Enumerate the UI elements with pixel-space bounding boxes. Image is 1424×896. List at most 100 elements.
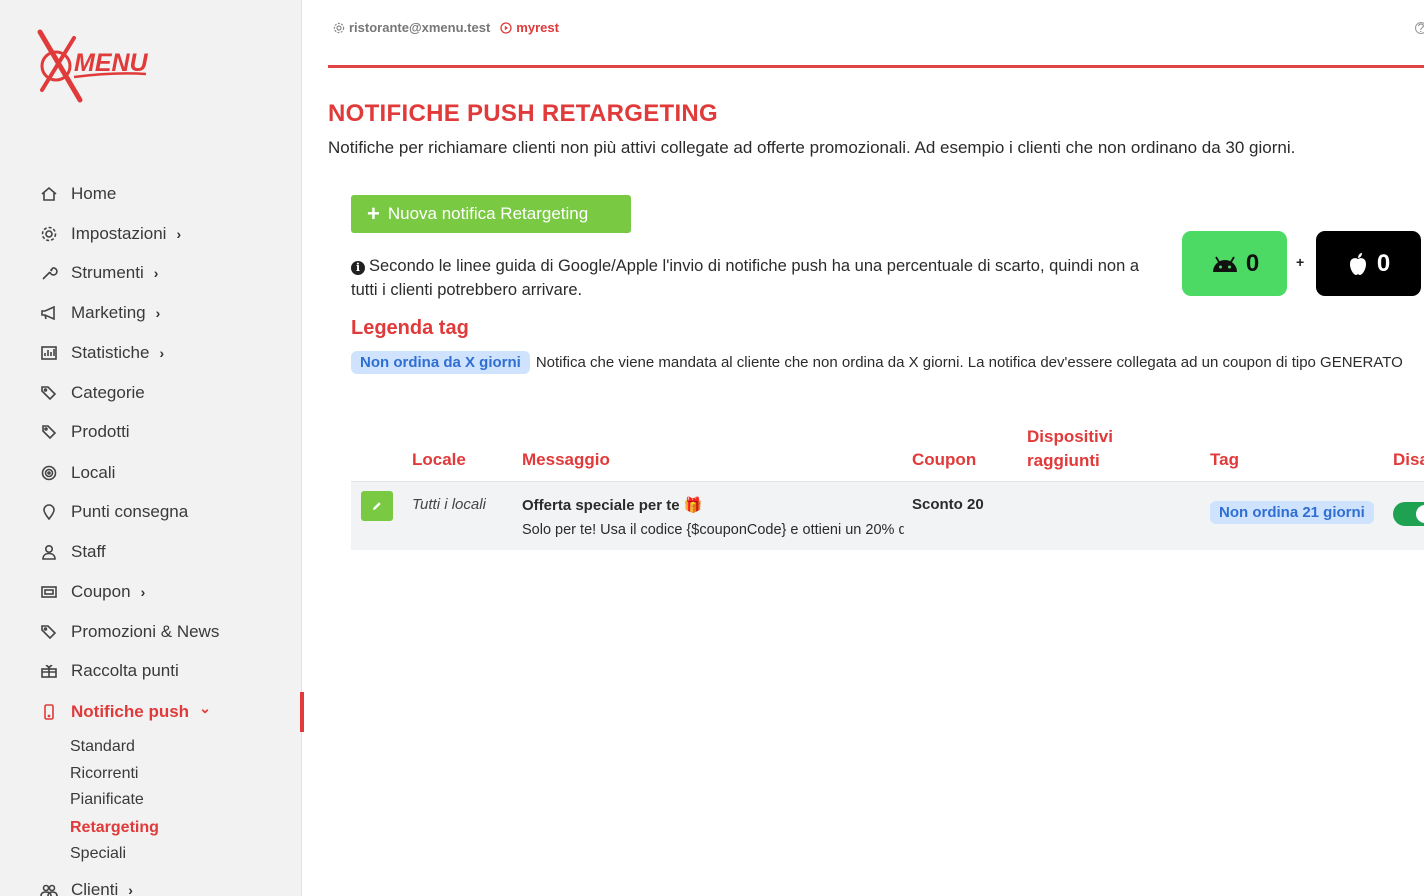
sidebar-subitem-standard[interactable]: Standard [70,738,135,756]
users-icon [38,879,60,896]
chevron-right-icon: › [176,226,182,242]
xmenu-logo[interactable]: MENU [34,28,154,108]
sidebar-subitem-speciali[interactable]: Speciali [70,845,126,863]
sidebar-item-prodotti[interactable]: Prodotti [38,420,130,444]
header-divider [328,65,1424,68]
info-notice: i Secondo le linee guida di Google/Apple … [351,254,1151,302]
legend-row: Non ordina da X giorni Notifica che vien… [351,351,1403,374]
sidebar-item-locali[interactable]: Locali [38,461,115,485]
chevron-right-icon: › [153,265,159,281]
sidebar-item-label: Coupon [71,582,131,601]
chart-icon [38,342,60,364]
gear-icon [38,223,60,245]
table-row: Tutti i locali Offerta speciale per te 🎁… [351,481,1424,550]
android-count: 0 [1245,249,1260,277]
sidebar-item-home[interactable]: Home [38,182,116,206]
sidebar-item-label: Categorie [71,383,145,402]
row-tag-cell: Non ordina 21 giorni [1210,501,1374,524]
wrench-icon [38,262,60,284]
android-devices-badge: 0 [1182,231,1287,296]
play-circle-icon [500,21,512,34]
sidebar-item-coupon[interactable]: Coupon › [38,580,145,604]
tag-icon [38,421,60,443]
info-notice-text: Secondo le linee guida di Google/Apple l… [351,257,1140,299]
col-header-locale[interactable]: Locale [412,448,466,472]
chevron-right-icon: › [159,345,165,361]
plus-icon: + [367,201,380,226]
legend-description: Notifica che viene mandata al cliente ch… [535,354,1403,371]
col-header-dispositivi[interactable]: Dispositivi raggiunti [1027,425,1113,473]
sidebar-item-strumenti[interactable]: Strumenti › [38,261,158,285]
gift-icon [38,660,60,682]
help-icon[interactable]: ? [1415,22,1424,34]
sidebar-item-clienti[interactable]: Clienti › [38,878,133,896]
megaphone-icon [38,302,60,324]
col-header-disabilitata[interactable]: Disabilitata [1393,448,1424,472]
col-header-dispositivi-line2: raggiunti [1027,451,1100,470]
edit-button[interactable] [361,491,393,521]
sidebar-item-label: Impostazioni [71,224,167,243]
gear-icon [333,22,345,33]
sidebar-item-staff[interactable]: Staff [38,540,106,564]
sidebar-item-label: Staff [71,542,106,561]
tags-icon [38,621,60,643]
row-coupon: Sconto 20 [912,496,984,513]
sidebar-item-promozioni[interactable]: Promozioni & News [38,620,219,644]
topbar: ristorante@xmenu.test myrest [333,20,559,35]
sidebar-item-statistiche[interactable]: Statistiche › [38,341,164,365]
sidebar-item-notifiche-push[interactable]: Notifiche push ⌄ [38,700,211,724]
account-email[interactable]: ristorante@xmenu.test [333,20,490,35]
sidebar-item-punti-consegna[interactable]: Punti consegna [38,500,188,524]
col-header-messaggio[interactable]: Messaggio [522,448,610,472]
sidebar-item-label: Strumenti [71,263,144,282]
col-header-tag[interactable]: Tag [1210,448,1239,472]
sidebar-item-impostazioni[interactable]: Impostazioni › [38,222,181,246]
main-content: ristorante@xmenu.test myrest ? NOTIFICHE… [303,0,1424,896]
col-header-coupon[interactable]: Coupon [912,448,976,472]
info-icon: i [351,261,365,275]
chevron-right-icon: › [140,584,146,600]
legend-title: Legenda tag [351,317,469,339]
chevron-right-icon: › [155,305,161,321]
chevron-right-icon: › [128,882,133,896]
sidebar-item-label: Clienti [71,880,119,896]
sidebar-item-label: Punti consegna [71,502,189,521]
disable-toggle[interactable] [1393,502,1424,526]
apple-devices-badge: 0 [1316,231,1421,296]
sidebar-item-label: Prodotti [71,422,130,441]
sidebar-subitem-pianificate[interactable]: Pianificate [70,791,144,809]
new-retargeting-label: Nuova notifica Retargeting [387,204,589,223]
row-message-body: Solo per te! Usa il codice {$couponCode}… [522,522,904,538]
sidebar-item-label: Raccolta punti [71,661,179,680]
new-retargeting-button[interactable]: + Nuova notifica Retargeting [351,195,631,233]
sidebar-item-label: Notifiche push [71,702,190,721]
sidebar-subitem-retargeting[interactable]: Retargeting [70,819,159,837]
android-icon [1212,256,1237,272]
sidebar-item-label: Promozioni & News [71,622,220,641]
sidebar-item-label: Locali [71,463,116,482]
sidebar-subitem-ricorrenti[interactable]: Ricorrenti [70,765,138,783]
sidebar-item-label: Marketing [71,303,146,322]
sidebar-item-raccolta-punti[interactable]: Raccolta punti [38,659,179,683]
sidebar: MENU Home Impostazioni › Strumenti › Mar… [0,0,302,896]
sidebar-item-categorie[interactable]: Categorie [38,381,145,405]
phone-icon [38,701,60,723]
pin-icon [38,501,60,523]
col-header-dispositivi-line1: Dispositivi [1027,427,1113,446]
sidebar-item-label: Home [71,184,117,203]
legend-tag-badge: Non ordina da X giorni [351,351,530,374]
page-description: Notifiche per richiamare clienti non più… [328,138,1296,157]
row-tag-badge: Non ordina 21 giorni [1210,501,1374,524]
sidebar-item-marketing[interactable]: Marketing › [38,301,160,325]
row-locale: Tutti i locali [412,496,486,513]
restaurant-link[interactable]: myrest [500,20,559,35]
plus-separator: + [1296,254,1305,270]
pencil-icon [373,502,381,510]
target-icon [38,462,60,484]
sidebar-item-label: Statistiche [71,343,150,362]
chevron-down-icon: ⌄ [199,699,211,716]
apple-icon [1349,252,1366,275]
restaurant-name: myrest [516,20,559,35]
row-message-title: Offerta speciale per te 🎁 [522,497,703,514]
ticket-icon [38,581,60,603]
